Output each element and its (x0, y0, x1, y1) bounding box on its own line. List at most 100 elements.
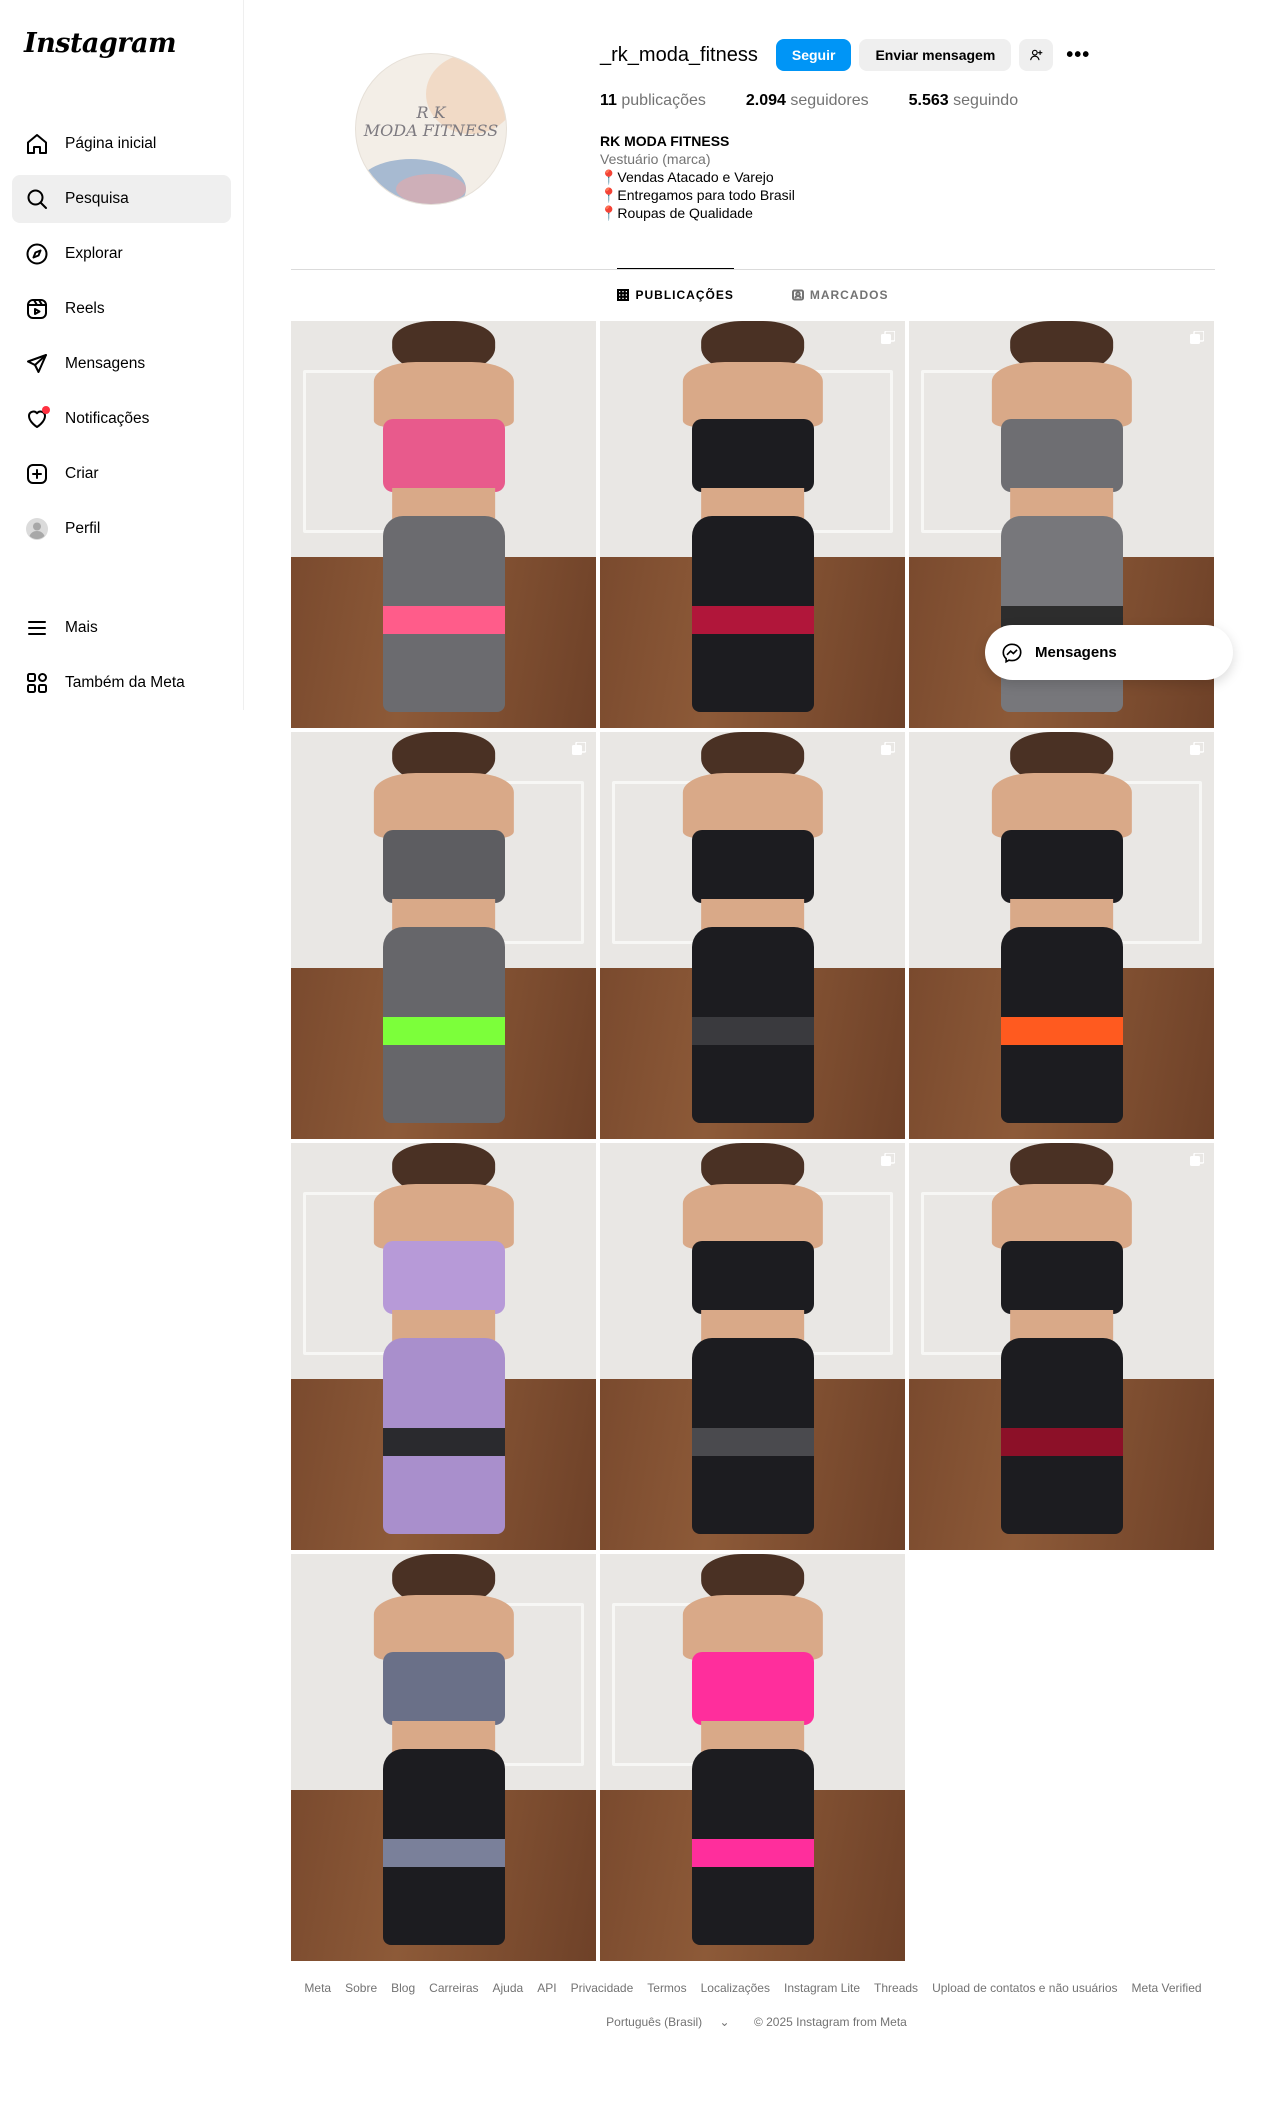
send-message-button[interactable]: Enviar mensagem (859, 39, 1012, 71)
meta-apps-icon (24, 670, 50, 696)
footer-link[interactable]: Upload de contatos e não usuários (932, 1981, 1117, 1995)
leggings-accent (691, 1427, 814, 1457)
floating-label: Mensagens (1035, 644, 1117, 661)
sidebar-item-reels[interactable]: Reels (12, 285, 231, 333)
footer-link[interactable]: Ajuda (493, 1981, 524, 1995)
post-thumbnail[interactable] (291, 1554, 596, 1961)
post-thumbnail[interactable] (600, 1143, 905, 1550)
top-garment (691, 1651, 814, 1725)
plus-square-icon (24, 461, 50, 487)
follow-button[interactable]: Seguir (775, 39, 852, 71)
language-selector[interactable]: Português (Brasil) ⌄ (599, 2015, 736, 2029)
language-label: Português (Brasil) (606, 2015, 703, 2029)
top-garment (1000, 1240, 1123, 1314)
footer-link[interactable]: Termos (647, 1981, 686, 1995)
leggings-accent (382, 1427, 505, 1457)
leggings-accent (691, 1838, 814, 1868)
carousel-icon (1190, 1152, 1205, 1167)
bio-name: RK MODA FITNESS (600, 133, 730, 149)
sidebar-item-more[interactable]: Mais (12, 604, 231, 652)
leggings-accent (382, 605, 505, 635)
avatar-logo: R K MODA FITNESS (363, 103, 499, 140)
profile-avatar[interactable]: R K MODA FITNESS (355, 53, 507, 205)
copyright: © 2025 Instagram from Meta (753, 2015, 907, 2029)
more-options-button[interactable]: ••• (1061, 39, 1095, 71)
sidebar-item-search[interactable]: Pesquisa (12, 175, 231, 223)
post-thumbnail[interactable] (909, 1143, 1214, 1550)
carousel-icon (1190, 330, 1205, 345)
carousel-icon (881, 1152, 896, 1167)
bio-line: 📍Roupas de Qualidade (600, 205, 753, 221)
top-garment (382, 829, 505, 903)
tagged-icon (791, 289, 804, 300)
sidebar-item-messages[interactable]: Mensagens (12, 340, 231, 388)
posts-stat: 11 publicações (600, 92, 706, 109)
footer-link[interactable]: Threads (874, 1981, 918, 1995)
profile-tabs: PUBLICAÇÕES MARCADOS (291, 268, 1215, 320)
sidebar-item-label: Reels (65, 300, 105, 317)
top-garment (691, 1240, 814, 1314)
suggest-users-button[interactable] (1019, 39, 1054, 71)
sidebar-item-also-from-meta[interactable]: Também da Meta (12, 659, 231, 707)
post-thumbnail[interactable] (291, 1143, 596, 1550)
profile-bio: RK MODA FITNESS Vestuário (marca) 📍Venda… (600, 132, 1095, 222)
post-thumbnail[interactable] (600, 732, 905, 1139)
post-thumbnail[interactable] (291, 732, 596, 1139)
footer-link[interactable]: Meta (304, 1981, 331, 1995)
post-thumbnail[interactable] (600, 1554, 905, 1961)
top-garment (382, 1651, 505, 1725)
tab-posts[interactable]: PUBLICAÇÕES (617, 268, 734, 320)
add-user-icon (1030, 49, 1043, 61)
sidebar-item-create[interactable]: Criar (12, 450, 231, 498)
top-garment (382, 1240, 505, 1314)
chevron-down-icon: ⌄ (719, 2015, 730, 2029)
top-garment (691, 418, 814, 492)
footer-link[interactable]: Meta Verified (1132, 1981, 1202, 1995)
sidebar-item-notifications[interactable]: Notificações (12, 395, 231, 443)
footer-link[interactable]: API (537, 1981, 556, 1995)
leggings-accent (382, 1016, 505, 1046)
footer-link[interactable]: Privacidade (571, 1981, 634, 1995)
carousel-icon (572, 741, 587, 756)
leggings-accent (382, 1838, 505, 1868)
messages-floating-button[interactable]: Mensagens (985, 625, 1233, 680)
sidebar-nav: Página inicial Pesquisa Explorar Reels M… (12, 120, 231, 707)
footer-link[interactable]: Sobre (345, 1981, 377, 1995)
reels-icon (24, 296, 50, 322)
top-garment (1000, 418, 1123, 492)
leggings-accent (691, 1016, 814, 1046)
messenger-icon (1002, 642, 1022, 663)
sidebar-item-label: Mais (65, 619, 98, 636)
leggings-accent (1000, 1016, 1123, 1046)
footer: Meta Sobre Blog Carreiras Ajuda API Privacidad… (291, 1981, 1215, 2029)
menu-icon (24, 615, 50, 641)
profile-header: _rk_moda_fitness Seguir Enviar mensagem … (600, 38, 1095, 222)
footer-link[interactable]: Instagram Lite (784, 1981, 860, 1995)
search-icon (24, 186, 50, 212)
sidebar-item-explore[interactable]: Explorar (12, 230, 231, 278)
post-thumbnail[interactable] (291, 321, 596, 728)
tab-tagged[interactable]: MARCADOS (791, 268, 889, 320)
sidebar-item-label: Pesquisa (65, 190, 129, 207)
sidebar-item-home[interactable]: Página inicial (12, 120, 231, 168)
following-stat[interactable]: 5.563 seguindo (909, 92, 1018, 110)
post-thumbnail[interactable] (600, 321, 905, 728)
instagram-logo[interactable]: Instagram (12, 28, 231, 76)
footer-link[interactable]: Blog (391, 1981, 415, 1995)
sidebar-item-profile[interactable]: Perfil (12, 505, 231, 553)
sidebar-item-label: Criar (65, 465, 99, 482)
footer-links: Meta Sobre Blog Carreiras Ajuda API Privacidad… (291, 1981, 1215, 1995)
posts-grid (291, 321, 1215, 1961)
notification-dot (42, 406, 50, 414)
carousel-icon (881, 330, 896, 345)
leggings-accent (691, 605, 814, 635)
post-thumbnail[interactable] (909, 732, 1214, 1139)
sidebar-item-label: Explorar (65, 245, 123, 262)
footer-link[interactable]: Carreiras (429, 1981, 478, 1995)
bio-line: 📍Entregamos para todo Brasil (600, 187, 795, 203)
carousel-icon (881, 741, 896, 756)
ellipsis-icon: ••• (1066, 43, 1091, 66)
sidebar: Instagram Página inicial Pesquisa Explor… (0, 0, 244, 710)
footer-link[interactable]: Localizações (701, 1981, 770, 1995)
followers-stat[interactable]: 2.094 seguidores (746, 92, 869, 110)
